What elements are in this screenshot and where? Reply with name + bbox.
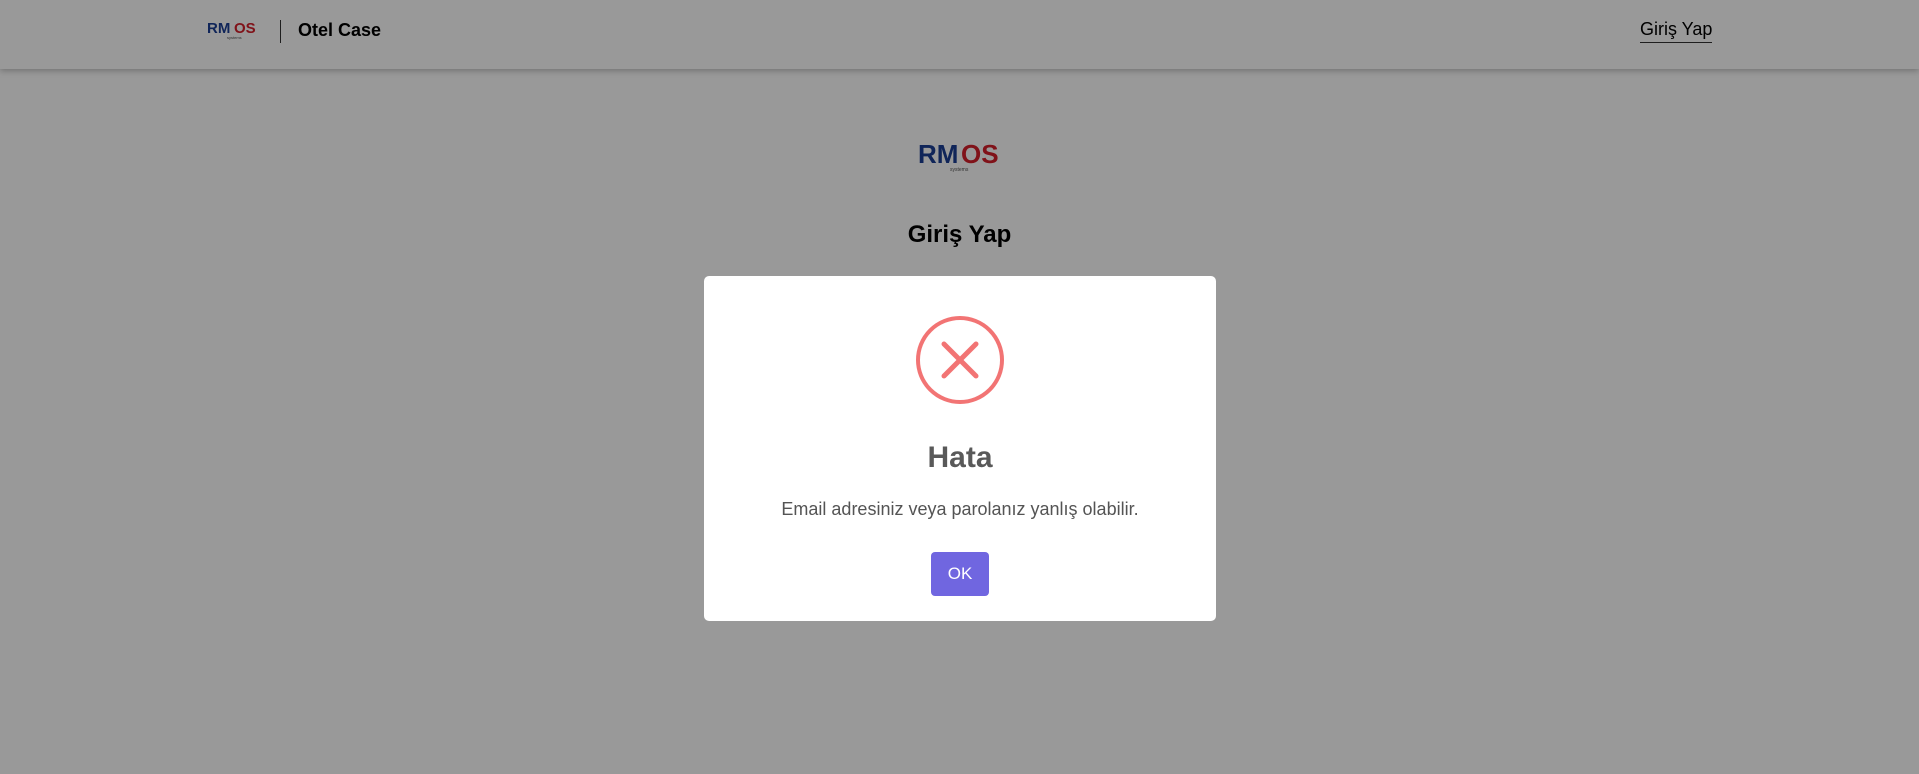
error-dialog: Hata Email adresiniz veya parolanız yanl… (704, 276, 1216, 621)
ok-button[interactable]: OK (931, 552, 989, 596)
login-page: RM OS systems Otel Case Giriş Yap RM OS … (0, 0, 1919, 774)
dialog-message: Email adresiniz veya parolanız yanlış ol… (781, 499, 1139, 519)
dialog-title: Hata (927, 441, 993, 474)
error-x-icon (916, 316, 1004, 404)
